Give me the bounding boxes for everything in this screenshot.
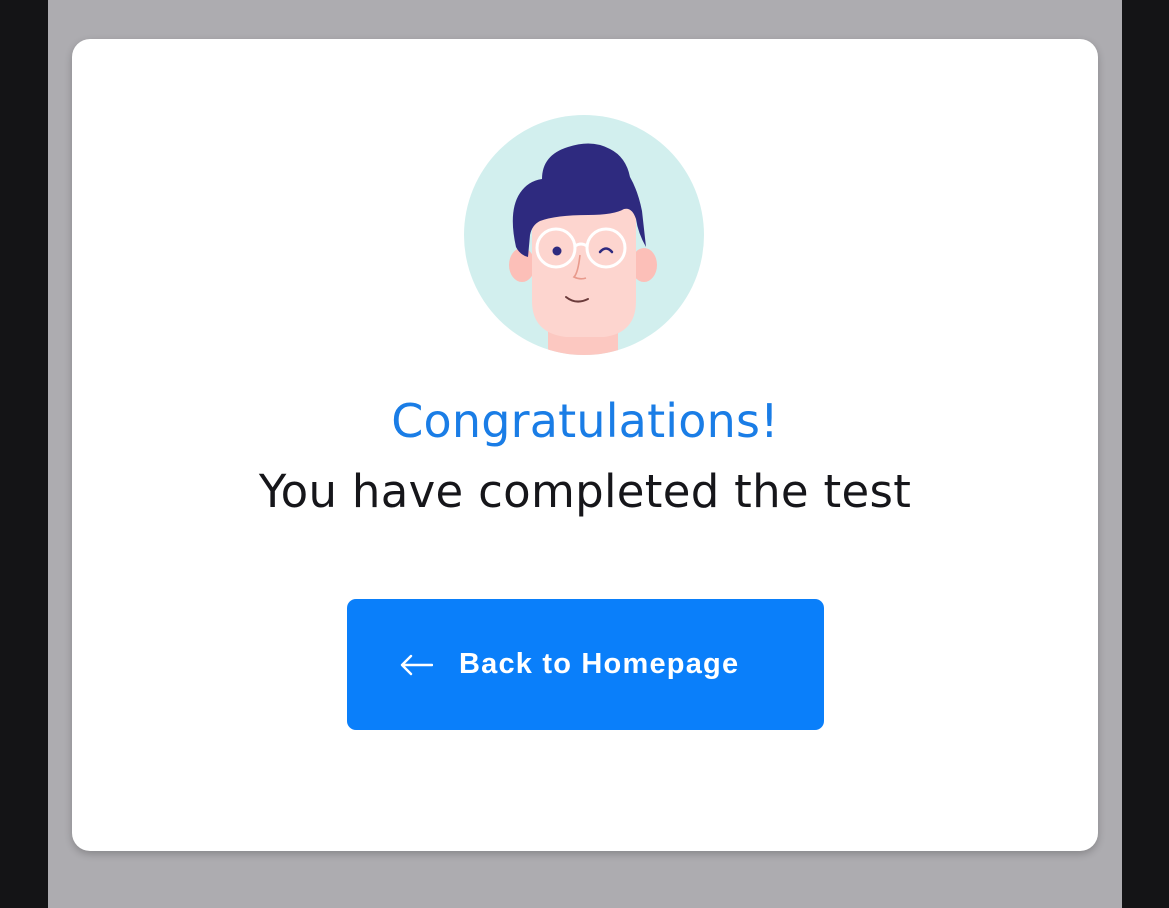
congratulations-title: Congratulations! <box>391 394 779 448</box>
completion-message: You have completed the test <box>258 465 912 518</box>
back-to-homepage-button[interactable]: Back to Homepage <box>347 599 824 730</box>
back-to-homepage-label: Back to Homepage <box>459 648 740 680</box>
completion-dialog: Congratulations! You have completed the … <box>72 39 1098 851</box>
winking-man-avatar-icon <box>464 115 704 355</box>
arrow-left-icon <box>399 654 434 676</box>
